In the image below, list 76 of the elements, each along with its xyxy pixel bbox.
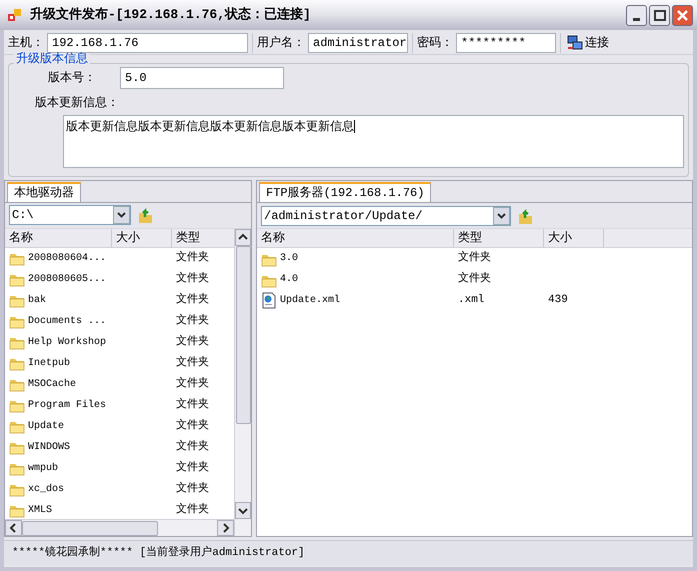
vertical-scrollbar[interactable] (234, 228, 251, 536)
file-type: 文件夹 (176, 502, 209, 518)
field-label: 主机： (8, 34, 44, 52)
field-label: 版本号： (48, 70, 97, 87)
window-title: 升级文件发布-[192.168.1.76,状态：已连接] (30, 6, 312, 24)
tab[interactable]: 本地驱动器 (7, 182, 81, 202)
status-text: *****镜花园承制***** [当前登录用户administrator] (12, 544, 305, 561)
file-name[interactable]: Update (28, 418, 64, 434)
file-name[interactable]: MSOCache (28, 376, 76, 392)
column-header[interactable]: 大小 (544, 229, 604, 247)
field-label: 版本更新信息： (35, 95, 119, 112)
file-name[interactable]: WINDOWS (28, 440, 70, 455)
scrollbar-thumb[interactable] (236, 246, 250, 424)
column-header[interactable]: 名称 (257, 229, 454, 247)
file-size: 439 (548, 293, 568, 308)
file-type: 文件夹 (176, 334, 209, 350)
file-type: 文件夹 (176, 438, 209, 455)
close-icon (677, 10, 688, 20)
maximize-button[interactable] (649, 4, 670, 26)
caret-icon (493, 206, 510, 224)
column-header[interactable]: 类型 (454, 229, 544, 247)
host-field[interactable]: 192.168.1.76 (47, 32, 248, 52)
file-name[interactable]: Program Files (28, 398, 106, 413)
file-name[interactable]: Documents ... (28, 314, 106, 329)
file-type: 文件夹 (458, 271, 491, 288)
folder-arrow-icon (518, 208, 534, 224)
username-field[interactable]: administrator (308, 32, 408, 52)
minimize-button[interactable] (626, 4, 647, 26)
file-name[interactable]: 2008080605... (28, 272, 106, 287)
file-type: 文件夹 (176, 312, 209, 329)
up-folder-button[interactable] (517, 206, 535, 224)
file-name[interactable]: 4.0 (280, 272, 298, 287)
up-folder-button[interactable] (137, 206, 155, 224)
column-header[interactable]: 类型 (172, 228, 230, 247)
path-dropdown[interactable]: /administrator/Update/ (261, 206, 511, 226)
file-name[interactable]: 2008080604... (28, 250, 106, 266)
file-name[interactable]: wmpub (28, 460, 58, 476)
folder-arrow-icon (138, 207, 154, 224)
file-name[interactable]: Help Workshop (28, 334, 106, 350)
column-header[interactable]: 名称 (5, 228, 112, 247)
file-type: 文件夹 (176, 418, 209, 434)
path-dropdown[interactable]: C:\ (9, 205, 131, 226)
connect-button[interactable]: 连接 (565, 32, 611, 52)
file-name[interactable]: 3.0 (280, 251, 298, 266)
file-type: 文件夹 (176, 480, 209, 497)
file-type: 文件夹 (176, 376, 209, 392)
file-type: 文件夹 (176, 292, 209, 308)
file-icon (261, 292, 277, 309)
notes-field[interactable]: 版本更新信息版本更新信息版本更新信息版本更新信息 (63, 115, 684, 168)
password-field[interactable]: ********* (456, 32, 556, 52)
file-name[interactable]: XMLS (28, 502, 52, 518)
minimize-icon (633, 18, 640, 20)
file-name[interactable]: Update.xml (280, 293, 340, 308)
file-type: .xml (458, 293, 484, 308)
horizontal-scrollbar[interactable] (5, 519, 234, 536)
maximize-icon (654, 10, 666, 20)
file-name[interactable]: xc_dos (28, 482, 64, 497)
file-type: 文件夹 (176, 354, 209, 371)
tab[interactable]: FTP服务器(192.168.1.76) (259, 182, 432, 202)
column-header[interactable]: 大小 (112, 228, 172, 247)
computers-icon (567, 34, 583, 50)
file-type: 文件夹 (458, 250, 491, 266)
file-type: 文件夹 (176, 250, 209, 266)
file-name[interactable]: Inetpub (28, 356, 70, 371)
caret-icon (113, 206, 130, 224)
file-type: 文件夹 (176, 270, 209, 287)
file-type: 文件夹 (176, 396, 209, 413)
version-field[interactable]: 5.0 (120, 67, 284, 89)
field-label: 密码： (417, 34, 453, 52)
file-type: 文件夹 (176, 460, 209, 476)
group-title: 升级版本信息 (14, 53, 90, 65)
file-name[interactable]: bak (28, 292, 46, 308)
field-label: 用户名： (257, 34, 305, 52)
app-icon (8, 8, 22, 22)
scrollbar-thumb[interactable] (22, 521, 158, 536)
close-button[interactable] (672, 4, 693, 26)
